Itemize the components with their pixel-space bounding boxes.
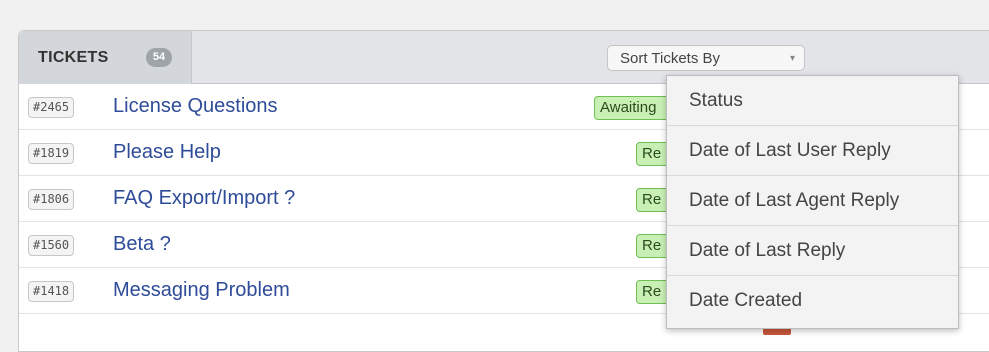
ticket-title-link[interactable]: Please Help — [113, 141, 221, 164]
status-badge: Awaiting — [594, 96, 674, 120]
sort-option-last-agent-reply[interactable]: Date of Last Agent Reply — [667, 176, 958, 226]
sort-dropdown-menu: Status Date of Last User Reply Date of L… — [666, 75, 959, 329]
ticket-id: #1560 — [28, 235, 75, 256]
sort-tickets-button[interactable]: Sort Tickets By ▾ — [607, 45, 805, 71]
ticket-id: #1806 — [28, 189, 75, 210]
tickets-tab-title: TICKETS — [38, 49, 109, 66]
ticket-title-link[interactable]: Beta ? — [113, 233, 171, 256]
ticket-count-badge: 54 — [146, 48, 172, 67]
sort-option-date-created[interactable]: Date Created — [667, 276, 958, 326]
tickets-tab[interactable]: TICKETS 54 — [19, 31, 192, 84]
sort-tickets-label: Sort Tickets By — [620, 50, 721, 67]
ticket-id: #1819 — [28, 143, 75, 164]
ticket-id: #2465 — [28, 97, 75, 118]
ticket-title-link[interactable]: FAQ Export/Import ? — [113, 187, 295, 210]
ticket-title-link[interactable]: License Questions — [113, 95, 278, 118]
sort-option-last-user-reply[interactable]: Date of Last User Reply — [667, 126, 958, 176]
ticket-title-link[interactable]: Messaging Problem — [113, 279, 290, 302]
chevron-down-icon: ▾ — [789, 53, 795, 64]
ticket-id: #1418 — [28, 281, 75, 302]
sort-option-status[interactable]: Status — [667, 76, 958, 126]
sort-option-last-reply[interactable]: Date of Last Reply — [667, 226, 958, 276]
